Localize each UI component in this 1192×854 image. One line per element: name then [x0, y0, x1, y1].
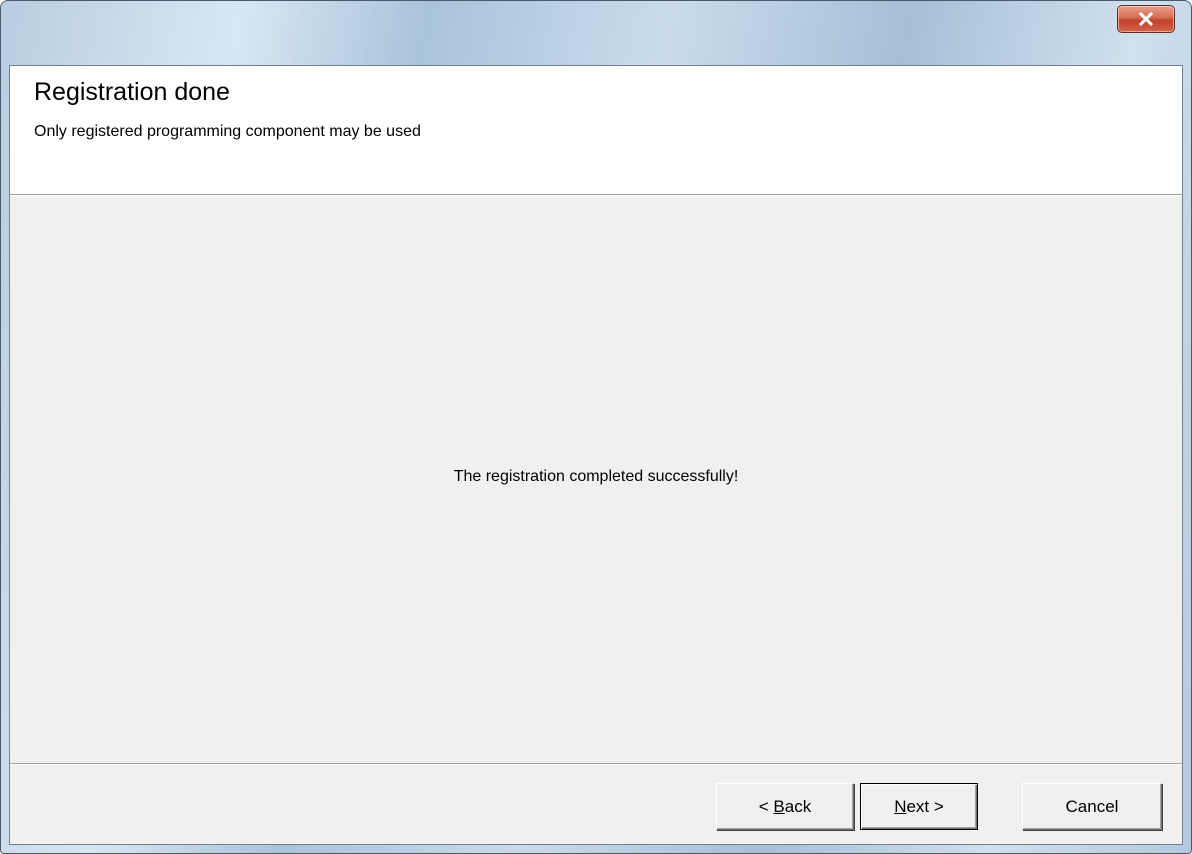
cancel-button-label: Cancel — [1065, 796, 1119, 816]
wizard-header: Registration done Only registered progra… — [10, 66, 1182, 195]
cancel-button[interactable]: Cancel — [1022, 783, 1162, 830]
wizard-window: Registration done Only registered progra… — [0, 0, 1192, 854]
wizard-client-area: Registration done Only registered progra… — [9, 65, 1183, 845]
page-subtitle: Only registered programming component ma… — [34, 123, 421, 140]
back-button-label: < Back — [758, 796, 812, 816]
next-button[interactable]: Next > — [860, 783, 978, 830]
header-divider — [10, 195, 1182, 196]
status-message: The registration completed successfully! — [453, 468, 739, 485]
next-button-label: Next > — [894, 796, 944, 816]
back-button[interactable]: < Back — [716, 783, 854, 830]
close-button[interactable] — [1117, 5, 1175, 33]
title-bar[interactable] — [1, 1, 1191, 65]
close-icon — [1138, 12, 1154, 26]
footer-divider-highlight — [10, 764, 1182, 765]
page-title: Registration done — [34, 78, 230, 106]
